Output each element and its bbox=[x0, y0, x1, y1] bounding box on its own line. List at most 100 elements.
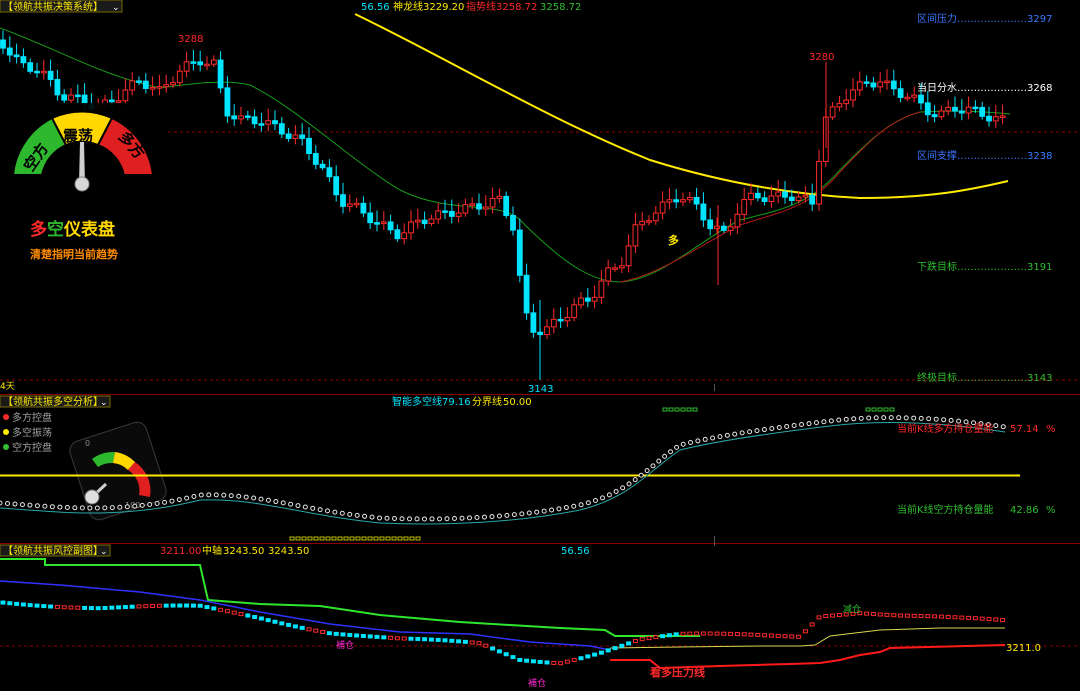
smart-line-dot bbox=[206, 492, 212, 498]
candle-body bbox=[557, 318, 564, 322]
candle-body bbox=[673, 199, 680, 203]
candle-body bbox=[802, 194, 809, 198]
sub2-value3: 3243.50 bbox=[268, 546, 309, 557]
candle-body bbox=[931, 114, 938, 118]
sub2-candle bbox=[959, 615, 965, 620]
sub2-candle bbox=[177, 603, 183, 608]
sub2-candle bbox=[388, 635, 394, 640]
smart-line-dot bbox=[437, 516, 443, 522]
sub2-candle bbox=[517, 657, 523, 662]
sub2-candle bbox=[490, 646, 496, 651]
sub2-candle bbox=[496, 649, 502, 654]
candle-body bbox=[40, 70, 47, 74]
red-pressure-line bbox=[610, 644, 1006, 670]
smart-line-dot bbox=[585, 500, 591, 506]
short-position-unit: % bbox=[1046, 505, 1056, 516]
candle-body bbox=[469, 203, 476, 206]
chevron-down-icon[interactable]: ⌄ bbox=[100, 547, 108, 557]
smart-line-dot bbox=[600, 495, 606, 501]
smart-line-dot bbox=[724, 432, 730, 438]
sub2-candle bbox=[442, 638, 448, 643]
smart-line-dot bbox=[632, 477, 638, 483]
bu-cang-label-1: 補仓 bbox=[336, 639, 354, 651]
legend-bull: 多方控盘 bbox=[12, 411, 52, 424]
sub2-candle bbox=[646, 636, 652, 641]
sub2-candle bbox=[367, 634, 373, 639]
smart-line-dot bbox=[251, 495, 257, 501]
candle-body bbox=[183, 61, 190, 72]
chevron-down-icon[interactable]: ⌄ bbox=[100, 398, 108, 408]
sub2-candle bbox=[218, 607, 224, 612]
candle-body bbox=[68, 94, 74, 101]
smart-line-dot bbox=[243, 494, 249, 500]
smart-line-dot bbox=[695, 438, 701, 444]
blue-band-line bbox=[0, 580, 611, 651]
sub2-candle bbox=[41, 604, 47, 609]
candle-body bbox=[6, 47, 13, 56]
sub2-candle bbox=[245, 613, 251, 618]
candle-body bbox=[122, 89, 129, 102]
candle-body bbox=[333, 176, 340, 196]
smart-line-dot bbox=[354, 512, 360, 518]
sub2-candle bbox=[184, 603, 190, 608]
smart-line-dot bbox=[466, 515, 472, 521]
candle-body bbox=[190, 61, 197, 64]
smart-line-dot bbox=[19, 502, 25, 508]
candle-body bbox=[550, 318, 557, 328]
candle-body bbox=[714, 225, 720, 230]
candle-body bbox=[306, 137, 312, 155]
ma-yellow-line bbox=[354, 13, 1009, 200]
smart-line-dot bbox=[117, 504, 123, 510]
smart-line-dot bbox=[644, 468, 650, 474]
sub2-candle bbox=[626, 641, 632, 646]
candle-body bbox=[476, 203, 482, 210]
sub2-value1: 3211.00 bbox=[160, 546, 201, 557]
smart-line-dot bbox=[911, 415, 917, 421]
sub2-candle bbox=[830, 613, 836, 618]
green-band-line bbox=[0, 558, 700, 637]
candle-body bbox=[598, 280, 605, 298]
sub2-candle bbox=[340, 632, 346, 637]
sub2-candle bbox=[870, 612, 876, 617]
sub2-candle bbox=[354, 633, 360, 638]
smart-line-dot bbox=[504, 512, 510, 518]
shenlong-label: 神龙线 bbox=[393, 0, 423, 13]
sub2-candle bbox=[231, 610, 237, 615]
candle-body bbox=[646, 220, 652, 223]
smart-line-dot bbox=[42, 503, 48, 509]
smart-line-dot bbox=[288, 501, 294, 507]
chevron-down-icon[interactable]: ⌄ bbox=[112, 3, 120, 13]
sub2-candle bbox=[0, 600, 6, 605]
signal-tick bbox=[877, 407, 883, 412]
shenlong-value: 3229.20 bbox=[423, 2, 464, 13]
smart-line-dot bbox=[124, 504, 130, 510]
sub2-candle bbox=[904, 613, 910, 618]
candle-body bbox=[897, 88, 904, 98]
candle-body bbox=[428, 218, 435, 225]
sub2-candle bbox=[836, 613, 842, 618]
candle-body bbox=[401, 232, 408, 240]
candle-body bbox=[251, 116, 258, 125]
sub2-candle bbox=[20, 602, 26, 607]
sub2-candle bbox=[592, 652, 598, 657]
candle-body bbox=[496, 195, 503, 199]
sub2-candle bbox=[768, 633, 774, 638]
smart-line-dot bbox=[858, 415, 864, 421]
smart-line-dot bbox=[295, 503, 301, 509]
smart-line-dot bbox=[956, 418, 962, 424]
candle-body bbox=[877, 81, 884, 88]
smart-line-dot bbox=[674, 444, 680, 450]
sub2-candle bbox=[952, 615, 958, 620]
candle-body bbox=[843, 99, 850, 105]
sub2-candle bbox=[966, 615, 972, 620]
smart-line-dot bbox=[496, 513, 502, 519]
smart-line-dot bbox=[511, 512, 517, 518]
smart-line-dot bbox=[94, 505, 100, 511]
candle-body bbox=[639, 220, 646, 226]
signal-tick bbox=[674, 407, 680, 412]
signal-tick bbox=[680, 407, 686, 412]
smart-line-dot bbox=[620, 485, 626, 491]
chart-canvas[interactable]: 【领航共振决策系统】 ⌄ 56.56 神龙线 3229.20 指势线 3258.… bbox=[0, 0, 1080, 691]
candle-body bbox=[652, 212, 659, 222]
sub2-candle bbox=[938, 614, 944, 619]
